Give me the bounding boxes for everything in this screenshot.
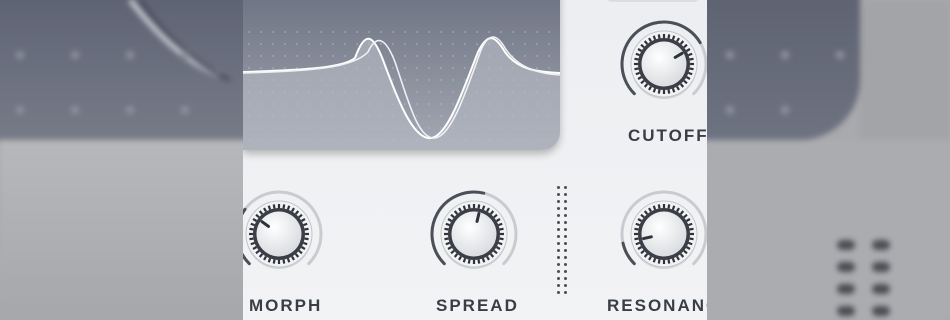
divider-dot [564,228,567,231]
filter-response-graph [243,30,560,150]
resonance-label: RESONANCE [607,296,707,315]
divider-dot [564,291,567,294]
background-left-display [0,0,270,140]
resonance-knob[interactable] [618,188,707,280]
vertical-divider-dots [555,186,569,298]
divider-dot [557,270,560,273]
top-edge-button[interactable] [603,0,703,2]
filter-display [243,0,560,150]
knob-indicator [642,235,653,241]
knob-value-arc [621,241,636,266]
morph-label: MORPH [249,296,323,315]
morph-knob[interactable] [243,188,325,280]
divider-dot [557,263,560,266]
divider-dot [557,221,560,224]
divider-dot [564,214,567,217]
knob-cap [451,211,497,257]
knob-indicator [475,212,481,223]
divider-dot [564,270,567,273]
divider-dot [557,193,560,196]
divider-dot [557,242,560,245]
divider-dot [557,214,560,217]
spread-knob[interactable] [428,188,520,280]
cutoff-label: CUTOFF [628,126,707,145]
divider-dot [557,186,560,189]
divider-dot [557,235,560,238]
divider-dot [564,207,567,210]
divider-dot [564,186,567,189]
background-right-edge [860,0,950,150]
divider-dot [557,284,560,287]
divider-dot [564,263,567,266]
divider-dot [557,291,560,294]
divider-dot [564,235,567,238]
knob-cap [641,41,687,87]
divider-dot [564,242,567,245]
divider-dot [557,249,560,252]
display-dot-grid [243,30,560,150]
divider-dot [564,256,567,259]
synth-panel: CUTOFF MORPH SPREAD RESONANCE [243,0,707,320]
cutoff-knob[interactable] [618,18,707,110]
background-right-display [690,0,860,140]
divider-dot [564,284,567,287]
background-right-panel [700,140,950,320]
divider-dot [564,249,567,252]
divider-dot [557,207,560,210]
divider-dot [564,200,567,203]
knob-cap [641,211,687,257]
divider-dot [557,256,560,259]
divider-dot [557,228,560,231]
background-left-panel [0,140,260,320]
divider-dot [557,277,560,280]
divider-dot [564,221,567,224]
spread-label: SPREAD [436,296,519,315]
divider-dot [564,193,567,196]
divider-dot [557,200,560,203]
knob-cap [256,211,302,257]
divider-dot [564,277,567,280]
